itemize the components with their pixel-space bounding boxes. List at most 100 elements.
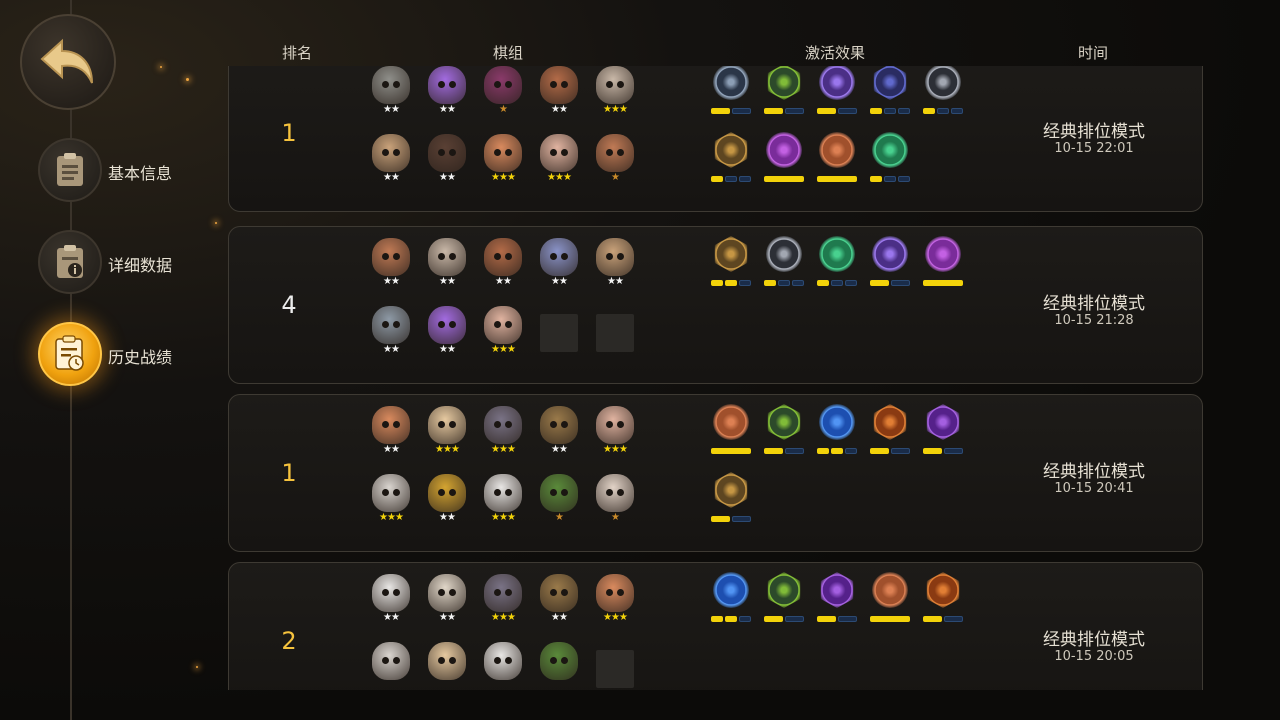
unit-pale-mask[interactable]: ★ <box>593 474 637 524</box>
unit-white-goat[interactable]: ★★ <box>369 574 413 624</box>
nav-history-button[interactable] <box>38 322 102 386</box>
unit-gray-hair-elder[interactable]: ★★★ <box>593 66 637 116</box>
goggle-dwarf-portrait-icon <box>596 574 634 612</box>
skull-trait-badge[interactable] <box>923 236 963 292</box>
unit-steel-knight[interactable]: ★★★ <box>481 406 525 456</box>
unit-bearded-pirate[interactable]: ★★ <box>481 238 525 288</box>
paw-trait-badge[interactable] <box>817 236 857 292</box>
unit-horned-goat[interactable]: ★★ <box>369 134 413 184</box>
unit-cap-brawler[interactable]: ★ <box>593 134 637 184</box>
leaf-trait-badge[interactable] <box>870 404 910 460</box>
white-beard-dwarf-portrait-icon <box>484 306 522 344</box>
trait-progress-bar <box>711 448 751 454</box>
unit-dark-hair-warrior[interactable]: ★★ <box>425 134 469 184</box>
beast-trait-badge[interactable] <box>870 572 910 628</box>
header-time: 时间 <box>1077 44 1109 62</box>
unit-white-beard-dwarf[interactable]: ★★★ <box>537 134 581 184</box>
unit-goggle-dwarf[interactable]: ★★★ <box>481 134 525 184</box>
unit-helmed-archer[interactable]: ★★ <box>537 574 581 624</box>
beast-trait-badge[interactable] <box>817 132 857 188</box>
helm-trait-badge[interactable] <box>923 66 963 120</box>
spirit-trait-badge[interactable] <box>923 404 963 460</box>
claw-trait-badge[interactable] <box>711 66 751 120</box>
spark-particle <box>160 66 162 68</box>
feather-trait-badge[interactable] <box>817 404 857 460</box>
nav-basic-info-button[interactable] <box>38 138 102 202</box>
unit-steel-knight[interactable]: ★★★ <box>481 574 525 624</box>
header-effects: 激活效果 <box>804 44 866 62</box>
spirit-trait-badge[interactable] <box>817 572 857 628</box>
trait-progress-bar <box>923 108 963 114</box>
match-history-list[interactable]: 1 ★★ ★★ ★ ★★ ★★★ ★★ ★★ ★★★ ★★★ ★ 经典排位模式 10-15 22:01 4… <box>228 66 1204 690</box>
unit-white-goat[interactable]: ★★★ <box>481 474 525 524</box>
leaf-trait-badge[interactable] <box>923 572 963 628</box>
bow-trait-badge[interactable] <box>764 66 804 120</box>
bow-trait-badge[interactable] <box>764 572 804 628</box>
unit-goggle-dwarf[interactable]: ★★★ <box>593 574 637 624</box>
unit-bearded-pirate[interactable]: ★★ <box>537 66 581 116</box>
unit-armored-ogre[interactable]: ★★ <box>369 306 413 356</box>
trait-progress-bar <box>923 616 963 622</box>
unit-scarred-brute[interactable]: ★★★ <box>369 474 413 524</box>
nav-detail-data-button[interactable] <box>38 230 102 294</box>
unit-gray-hair-elder[interactable]: ★★ <box>425 238 469 288</box>
fishbone-trait-badge[interactable] <box>817 66 857 120</box>
skull-trait-icon <box>925 236 961 272</box>
unit-hooded-ghost[interactable]: ★★ <box>537 238 581 288</box>
axe-trait-icon <box>714 236 748 272</box>
unit-purple-witch[interactable]: ★★ <box>425 66 469 116</box>
feather-trait-badge[interactable] <box>711 572 751 628</box>
star-rating-icon: ★★★ <box>379 512 404 523</box>
match-row[interactable]: 1 ★★ ★★ ★ ★★ ★★★ ★★ ★★ ★★★ ★★★ ★ 经典排位模式 10-15 22:01 <box>228 66 1203 212</box>
star-rating-icon: ★★ <box>439 172 456 183</box>
goggle-dwarf-portrait-icon <box>372 406 410 444</box>
unit-goblin-helm[interactable]: ★ <box>537 474 581 524</box>
helm-trait-badge[interactable] <box>764 236 804 292</box>
unit-white-beard-dwarf[interactable]: ★★★ <box>593 406 637 456</box>
match-row[interactable]: 4 ★★ ★★ ★★ ★★ ★★ ★★ ★★ ★★★ 经典排位模式 10-15 21:28 <box>228 226 1203 384</box>
unit-goggle-dwarf[interactable]: ★★ <box>369 406 413 456</box>
beast-trait-badge[interactable] <box>711 404 751 460</box>
unit-white-goat[interactable] <box>481 642 525 690</box>
trait-progress-bar <box>711 176 751 182</box>
bow-trait-badge[interactable] <box>764 404 804 460</box>
gear-trait-icon <box>714 472 748 508</box>
goblin-helm-portrait-icon <box>540 474 578 512</box>
paw-trait-icon <box>819 236 855 272</box>
unit-cap-brawler[interactable]: ★★ <box>369 238 413 288</box>
unit-horned-goat[interactable]: ★★ <box>593 238 637 288</box>
spark-particle <box>215 222 217 224</box>
cap-brawler-portrait-icon <box>596 134 634 172</box>
white-goat-portrait-icon <box>484 474 522 512</box>
skull-trait-badge[interactable] <box>764 132 804 188</box>
demon-trait-badge[interactable] <box>870 66 910 120</box>
header-team: 棋组 <box>492 44 524 62</box>
claw-trait-icon <box>713 66 749 100</box>
gear-trait-badge[interactable] <box>711 472 751 528</box>
unit-hooded-knight[interactable]: ★★ <box>369 66 413 116</box>
unit-feathered-chief[interactable]: ★★★ <box>425 406 469 456</box>
axe-trait-badge[interactable] <box>711 132 751 188</box>
paw-trait-badge[interactable] <box>870 132 910 188</box>
game-mode-label: 经典排位模式 <box>1043 630 1145 650</box>
white-goat-portrait-icon <box>372 574 410 612</box>
star-rating-icon: ★★★ <box>491 612 516 623</box>
paw-trait-icon <box>872 132 908 168</box>
unit-helmed-archer[interactable]: ★★ <box>537 406 581 456</box>
game-mode-label: 经典排位模式 <box>1043 462 1145 482</box>
unit-purple-witch[interactable]: ★★ <box>425 306 469 356</box>
steel-knight-portrait-icon <box>484 574 522 612</box>
match-row[interactable]: 2 ★★ ★★ ★★★ ★★ ★★★ 经典排位模式 10-15 20:05 <box>228 562 1203 690</box>
fishbone-trait-badge[interactable] <box>870 236 910 292</box>
match-row[interactable]: 1 ★★ ★★★ ★★★ ★★ ★★★ ★★★ ★★ ★★★ ★ ★ 经典排位模式 10-15 20:4… <box>228 394 1203 552</box>
star-rating-icon: ★ <box>611 172 620 183</box>
unit-white-elder[interactable]: ★★ <box>425 574 469 624</box>
unit-goblin-helm[interactable] <box>537 642 581 690</box>
unit-scarred-brute[interactable] <box>369 642 413 690</box>
rank-value: 2 <box>281 627 297 655</box>
unit-feathered-chief[interactable] <box>425 642 469 690</box>
unit-white-beard-dwarf[interactable]: ★★★ <box>481 306 525 356</box>
axe-trait-badge[interactable] <box>711 236 751 292</box>
unit-masked-demon[interactable]: ★ <box>481 66 525 116</box>
unit-gold-mask-monk[interactable]: ★★ <box>425 474 469 524</box>
